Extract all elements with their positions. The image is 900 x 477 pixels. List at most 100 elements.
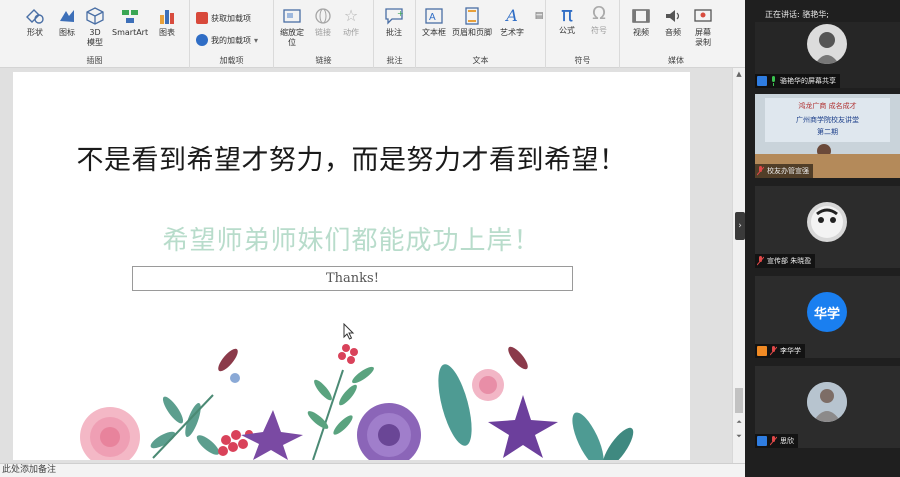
textbox-icon: A bbox=[423, 6, 445, 26]
svg-text:A: A bbox=[429, 12, 436, 23]
pink-peony-right bbox=[472, 369, 504, 401]
symbol-button[interactable]: Ω 符号 bbox=[588, 4, 610, 36]
group-addins: 获取加载项 我的加载项 ▾ 加载项 bbox=[190, 0, 274, 68]
group-symbols: π 公式 Ω 符号 符号 bbox=[546, 0, 620, 68]
speaker-icon bbox=[662, 6, 684, 26]
cube-icon bbox=[84, 6, 106, 26]
group-illustrations: 形状 图标 3D 模型 SmartArt 图表 插图 bbox=[0, 0, 190, 68]
sub-quote-text[interactable]: 希望师弟师妹们都能成功上岸！ bbox=[13, 220, 690, 257]
store-icon bbox=[196, 12, 208, 24]
equation-button[interactable]: π 公式 bbox=[556, 4, 578, 36]
collapse-panel-button[interactable]: › bbox=[735, 212, 745, 240]
main-quote-text[interactable]: 不是看到希望才努力，而是努力才看到希望！ bbox=[13, 138, 690, 177]
user-icon bbox=[757, 436, 767, 446]
chevron-down-icon: ▾ bbox=[254, 35, 259, 45]
omega-icon: Ω bbox=[592, 3, 606, 24]
action-button[interactable]: ☆ 动作 bbox=[340, 6, 362, 38]
pi-icon: π bbox=[560, 2, 574, 26]
avatar-initials: 华学 bbox=[807, 292, 847, 332]
smartart-icon bbox=[119, 6, 141, 26]
zoom-button[interactable]: 缩放定 位 bbox=[280, 6, 304, 48]
banner-backdrop: 鸿龙广商 成名成才 广州商学院校友讲堂 第二期 bbox=[765, 98, 890, 142]
icons-button[interactable]: 图标 bbox=[56, 6, 78, 38]
banner-slogan: 鸿龙广商 成名成才 bbox=[798, 102, 857, 110]
microphone-muted-icon bbox=[757, 256, 764, 266]
screen-share-icon bbox=[757, 76, 767, 86]
vertical-scrollbar[interactable]: ▲ ⏶ ⏷ bbox=[732, 68, 745, 463]
link-button[interactable]: 链接 bbox=[312, 6, 334, 38]
avatar bbox=[807, 202, 847, 242]
get-addins-button[interactable]: 获取加载项 bbox=[196, 12, 251, 24]
slide-canvas: 不是看到希望才努力，而是努力才看到希望！ 希望师弟师妹们都能成功上岸！ Than… bbox=[0, 68, 745, 463]
scroll-up-icon[interactable]: ▲ bbox=[733, 70, 745, 78]
pink-berries-top bbox=[338, 344, 358, 364]
my-addins-button[interactable]: 我的加载项 ▾ bbox=[196, 34, 258, 46]
screen-recording-button[interactable]: 屏幕 录制 bbox=[692, 6, 714, 48]
red-leaf-right bbox=[508, 346, 528, 370]
red-leaf bbox=[218, 348, 238, 372]
comment-button[interactable]: + 批注 bbox=[383, 6, 405, 38]
pink-peony-left bbox=[80, 407, 140, 460]
microphone-muted-icon bbox=[770, 346, 777, 356]
video-button[interactable]: 视频 bbox=[630, 6, 652, 38]
bar-chart-icon bbox=[156, 6, 178, 26]
teal-leaf-edge bbox=[602, 427, 634, 460]
teal-leaf-far-right bbox=[572, 412, 604, 460]
participant-tile[interactable]: 骆艳华的屏幕共享 bbox=[755, 22, 900, 88]
thanks-textbox[interactable]: Thanks! bbox=[132, 266, 573, 291]
meeting-participant-panel: 正在讲话: 骆艳华; 骆艳华的屏幕共享 鸿龙广商 成名成才 广州商学院校友讲堂 … bbox=[745, 0, 900, 477]
participant-name-bar: 骆艳华的屏幕共享 bbox=[755, 74, 840, 88]
group-label-text: 文本 bbox=[472, 56, 489, 65]
microphone-muted-icon bbox=[770, 436, 777, 446]
purple-star-flower-2 bbox=[488, 395, 558, 458]
participant-tile[interactable]: 宣传部 朱晓盈 bbox=[755, 186, 900, 268]
group-label-addins: 加载项 bbox=[219, 56, 244, 65]
notes-pane[interactable]: 此处添加备注 bbox=[0, 463, 745, 477]
group-label-comments: 批注 bbox=[386, 56, 403, 65]
chart-button[interactable]: 图表 bbox=[156, 6, 178, 38]
group-label-illustrations: 插图 bbox=[86, 56, 103, 65]
prev-slide-icon[interactable]: ⏶ bbox=[733, 418, 745, 427]
microphone-icon bbox=[772, 76, 775, 86]
audio-button[interactable]: 音频 bbox=[662, 6, 684, 38]
participant-tile[interactable]: 华学 李华学 bbox=[755, 276, 900, 358]
group-label-media: 媒体 bbox=[668, 56, 684, 65]
participant-name-bar: 宣传部 朱晓盈 bbox=[755, 254, 816, 268]
small-blue-flower bbox=[230, 373, 240, 383]
film-icon bbox=[630, 6, 652, 26]
slide[interactable]: 不是看到希望才努力，而是努力才看到希望！ 希望师弟师妹们都能成功上岸！ Than… bbox=[13, 72, 690, 460]
group-links: 缩放定 位 链接 ☆ 动作 链接 bbox=[274, 0, 374, 68]
group-media: 视频 音频 屏幕 录制 媒体 bbox=[620, 0, 732, 68]
purple-star-flower-1 bbox=[241, 410, 303, 460]
avatar bbox=[807, 24, 847, 64]
globe-link-icon bbox=[312, 6, 334, 26]
svg-text:+: + bbox=[397, 9, 404, 18]
banner-session: 第二期 bbox=[817, 128, 838, 136]
screen-record-icon bbox=[692, 6, 714, 26]
shapes-icon bbox=[24, 6, 46, 26]
shapes-button[interactable]: 形状 bbox=[24, 6, 46, 38]
user-icon bbox=[757, 346, 767, 356]
participant-video-tile[interactable]: 鸿龙广商 成名成才 广州商学院校友讲堂 第二期 校友办管宣强 bbox=[755, 94, 900, 178]
scrollbar-thumb[interactable] bbox=[735, 388, 743, 413]
next-slide-icon[interactable]: ⏷ bbox=[733, 432, 745, 441]
participant-tile[interactable]: 思欣 bbox=[755, 366, 900, 448]
wordart-button[interactable]: A 艺术字 bbox=[500, 6, 524, 38]
green-leaves-left bbox=[150, 394, 220, 459]
insert-ribbon: 形状 图标 3D 模型 SmartArt 图表 插图 获取加载项 我的加载项 ▾… bbox=[0, 0, 745, 68]
watercolor-flowers-decoration bbox=[80, 344, 634, 460]
smartart-button[interactable]: SmartArt bbox=[112, 6, 148, 38]
group-label-links: 链接 bbox=[315, 56, 332, 65]
purple-peony bbox=[357, 403, 421, 460]
textbox-button[interactable]: A 文本框 bbox=[422, 6, 446, 38]
3d-model-button[interactable]: 3D 模型 bbox=[84, 6, 106, 48]
participant-name-bar: 校友办管宣强 bbox=[755, 164, 813, 178]
red-berries-left bbox=[218, 430, 253, 456]
powerpoint-window: 形状 图标 3D 模型 SmartArt 图表 插图 获取加载项 我的加载项 ▾… bbox=[0, 0, 745, 477]
microphone-muted-icon bbox=[757, 166, 764, 176]
group-label-symbols: 符号 bbox=[574, 56, 591, 65]
comment-icon: + bbox=[383, 6, 405, 26]
header-footer-button[interactable]: 页眉和页脚 bbox=[452, 6, 492, 38]
icons-icon bbox=[56, 6, 78, 26]
wordart-icon: A bbox=[506, 6, 518, 25]
